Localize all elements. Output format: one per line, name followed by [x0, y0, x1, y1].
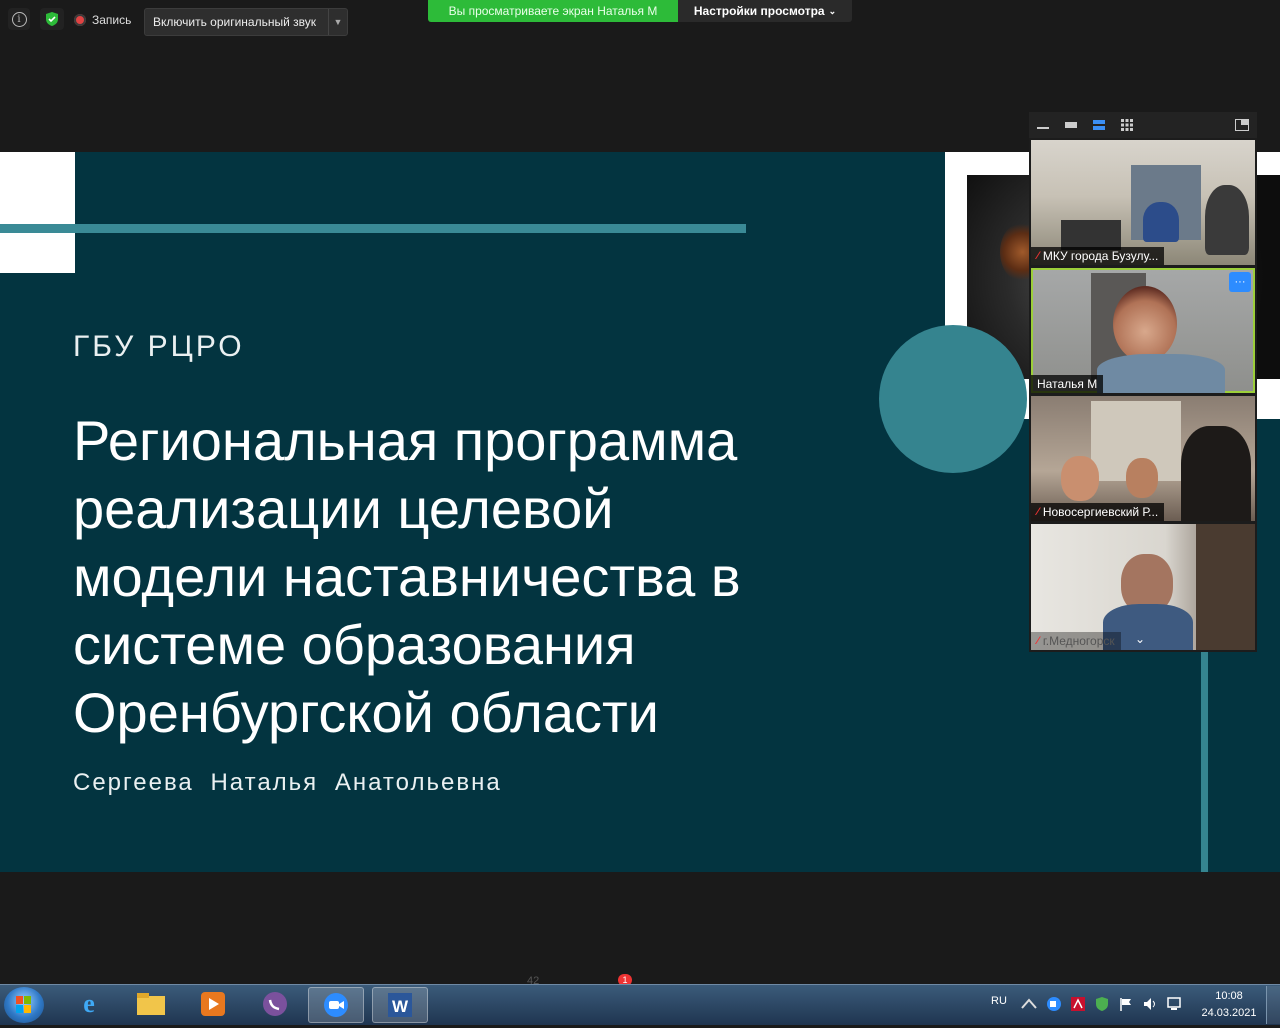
taskbar-media-player[interactable]	[186, 987, 240, 1021]
hide-video-icon[interactable]	[1064, 119, 1078, 131]
participant-name-label: ⁄ г.Медногорск	[1031, 632, 1121, 650]
participant-name-label: ⁄ МКУ города Бузулу...	[1031, 247, 1165, 265]
start-button[interactable]	[4, 987, 44, 1023]
view-settings-label: Настройки просмотра	[693, 4, 825, 18]
acrobat-tray-icon[interactable]	[1070, 996, 1086, 1012]
title-line: Региональная программа	[73, 409, 738, 472]
chevron-down-icon: ⌄	[828, 5, 837, 16]
network-tray-icon[interactable]	[1020, 996, 1038, 1012]
windows-logo-icon	[16, 996, 31, 1013]
person	[1061, 456, 1099, 501]
meeting-controls-area	[0, 872, 1280, 984]
recording-indicator[interactable]: Запись	[74, 10, 131, 30]
taskbar-file-explorer[interactable]	[124, 987, 178, 1021]
muted-mic-icon: ⁄	[1037, 635, 1039, 647]
muted-mic-icon: ⁄	[1037, 506, 1039, 518]
title-line: модели наставничества в	[73, 545, 741, 608]
decorative-vertical-line	[1201, 642, 1208, 872]
slide-title: Региональная программа реализации целево…	[73, 407, 833, 747]
taskbar-zoom[interactable]	[308, 987, 364, 1023]
record-icon	[74, 14, 86, 26]
person	[1205, 185, 1249, 255]
bookshelf	[1196, 524, 1255, 650]
participant-name: Наталья М	[1037, 377, 1098, 391]
person	[1181, 426, 1251, 521]
grid-view-icon[interactable]	[1120, 119, 1134, 131]
antivirus-tray-icon[interactable]	[1094, 996, 1110, 1012]
participant-name-label: ⁄ Новосергиевский Р...	[1031, 503, 1165, 521]
original-sound-button[interactable]: Включить оригинальный звук ▼	[144, 8, 348, 36]
participant-video-tile[interactable]: ⁄ Новосергиевский Р...	[1031, 396, 1255, 521]
taskbar-internet-explorer[interactable]: e	[62, 987, 116, 1021]
participant-video-tile[interactable]: ⁄ г.Медногорск ⌄	[1031, 524, 1255, 650]
video-gallery-panel[interactable]: ⁄ МКУ города Бузулу... ··· Наталья М ⁄ Н…	[1029, 112, 1257, 652]
ie-icon: e	[83, 989, 95, 1018]
decorative-square	[0, 152, 75, 273]
encryption-shield-icon[interactable]	[40, 8, 64, 30]
monitor	[1061, 220, 1121, 250]
person-body	[1097, 354, 1225, 393]
participant-name: МКУ города Бузулу...	[1042, 249, 1159, 263]
clock-date[interactable]: 24.03.2021	[1196, 1007, 1262, 1019]
more-options-button[interactable]: ···	[1229, 272, 1251, 292]
chevron-down-icon[interactable]: ▼	[328, 9, 347, 35]
exit-minimize-icon[interactable]	[1235, 119, 1249, 131]
strip-view-icon[interactable]	[1092, 119, 1106, 131]
scroll-down-chevron-icon[interactable]: ⌄	[1135, 632, 1145, 646]
clock-time[interactable]: 10:08	[1201, 990, 1257, 1002]
view-settings-button[interactable]: Настройки просмотра ⌄	[678, 0, 852, 22]
participant-video-tile[interactable]: ⁄ МКУ города Бузулу...	[1031, 140, 1255, 265]
participant-name-label: Наталья М	[1031, 375, 1104, 393]
zoom-icon	[324, 993, 348, 1017]
slide-organization: ГБУ РЦРО	[73, 330, 245, 363]
gallery-view-toolbar	[1029, 112, 1257, 138]
record-label: Запись	[92, 13, 132, 27]
show-desktop-button[interactable]	[1266, 986, 1280, 1024]
minimize-icon[interactable]	[1036, 119, 1050, 131]
title-line: системе образования	[73, 613, 636, 676]
svg-text:W: W	[392, 997, 409, 1016]
slide-author: Сергеева Наталья Анатольевна	[73, 769, 502, 796]
muted-mic-icon: ⁄	[1037, 250, 1039, 262]
participant-name: Новосергиевский Р...	[1042, 505, 1159, 519]
viber-icon	[263, 992, 287, 1016]
network-monitor-icon[interactable]	[1166, 996, 1182, 1012]
person	[1126, 458, 1158, 498]
person-face	[1113, 286, 1177, 362]
action-center-flag-icon[interactable]	[1118, 996, 1134, 1012]
volume-icon[interactable]	[1142, 996, 1158, 1012]
decorative-circle	[879, 325, 1027, 473]
zoom-tray-icon[interactable]	[1046, 996, 1062, 1012]
title-line: реализации целевой	[73, 477, 614, 540]
taskbar-word[interactable]: W	[372, 987, 428, 1023]
participant-video-tile-active[interactable]: ··· Наталья М	[1031, 268, 1255, 393]
original-sound-label: Включить оригинальный звук	[153, 15, 317, 29]
media-player-icon	[201, 992, 225, 1016]
title-line: Оренбургской области	[73, 681, 659, 744]
language-indicator[interactable]: RU	[991, 995, 1007, 1007]
taskbar-viber[interactable]	[248, 987, 302, 1021]
decorative-line	[0, 224, 746, 233]
folder-icon	[137, 993, 165, 1015]
meeting-info-icon[interactable]: i	[8, 8, 30, 30]
person	[1143, 202, 1179, 242]
participant-name: г.Медногорск	[1042, 634, 1115, 648]
screen-share-banner: Вы просматриваете экран Наталья М	[428, 0, 678, 22]
word-icon: W	[388, 993, 412, 1017]
